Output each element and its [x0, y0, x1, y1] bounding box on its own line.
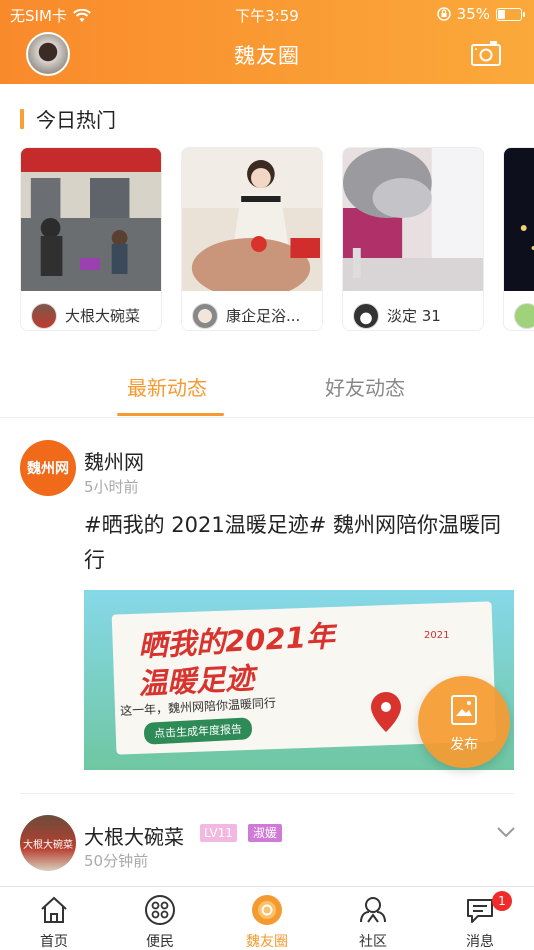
nav-item-services[interactable]: 便民 [120, 887, 200, 950]
card-meta: 大根大碗菜 [21, 295, 161, 330]
level-badge: LV11 [200, 824, 237, 842]
card-author-name: 康企足浴... [226, 307, 301, 325]
circle-icon [252, 895, 282, 925]
hot-card[interactable]: 大根大碗菜 [20, 147, 162, 331]
nav-label-circle: 魏友圈 [246, 934, 288, 950]
hot-card[interactable]: 康企足浴... [181, 147, 323, 331]
card-meta: 淡定 31 [343, 295, 483, 330]
publish-icon [451, 695, 477, 725]
status-right: 35% [436, 5, 525, 23]
hot-card[interactable]: 淡定 31 [342, 147, 484, 331]
location-pin-icon [371, 692, 401, 732]
nav-item-circle[interactable]: 魏友圈 [227, 887, 307, 950]
feed-tabs: 最新动态 好友动态 [0, 360, 534, 418]
status-bar: 无SIM卡 下午3:59 35% [0, 0, 534, 28]
battery-percent: 35% [456, 5, 490, 23]
nav-item-home[interactable]: 首页 [14, 887, 94, 950]
nav-label-community: 社区 [359, 934, 387, 950]
card-thumbnail [504, 148, 534, 291]
hot-cards-list: 大根大碗菜 康企足浴... 淡定 31 [20, 147, 534, 333]
post-content[interactable]: #晒我的 2021温暖足迹# 魏州网陪你温暖同行 [84, 508, 514, 578]
card-author-avatar [192, 302, 218, 329]
avatar-logo-text: 魏州网 [27, 461, 69, 477]
card-author-avatar [514, 302, 534, 329]
card-author-name: 大根大碗菜 [65, 307, 141, 325]
card-author-avatar [31, 302, 57, 329]
title-accent-bar [20, 108, 24, 129]
card-author-name: 淡定 31 [387, 307, 441, 325]
chevron-down-icon[interactable] [496, 826, 516, 838]
camera-icon[interactable] [471, 40, 501, 66]
post-author-name[interactable]: 大根大碗菜 [84, 821, 184, 850]
nav-item-community[interactable]: 社区 [333, 887, 413, 950]
card-meta [504, 295, 534, 330]
banner-year-tag: 2021 [424, 630, 450, 641]
hot-section-title: 今日热门 [20, 104, 116, 133]
home-icon [41, 896, 67, 923]
post-timestamp: 5小时前 [84, 478, 139, 496]
card-thumbnail [343, 148, 483, 291]
card-thumbnail [21, 148, 161, 291]
hot-title-text: 今日热门 [36, 108, 116, 132]
post-author-name[interactable]: 魏州网 [84, 446, 144, 475]
battery-icon [496, 7, 525, 21]
post-divider [20, 793, 514, 794]
nav-label-services: 便民 [146, 934, 174, 950]
bottom-nav: 首页 便民 魏友圈 社区 1 消息 [0, 886, 534, 950]
avatar-shop-sign: 大根大碗菜 [23, 839, 73, 851]
publish-button[interactable]: 发布 [418, 676, 510, 768]
post-author-avatar[interactable]: 魏州网 [20, 440, 76, 496]
tab-friends[interactable]: 好友动态 [325, 372, 405, 401]
nav-label-home: 首页 [40, 934, 68, 950]
grid-icon [145, 895, 175, 925]
rotation-lock-icon [436, 7, 451, 21]
nav-item-messages[interactable]: 1 消息 [440, 887, 520, 950]
page-title: 魏友圈 [234, 44, 300, 68]
tab-latest[interactable]: 最新动态 [127, 372, 207, 401]
hot-card[interactable] [503, 147, 534, 331]
post-author-avatar[interactable]: 大根大碗菜 [20, 815, 76, 871]
unread-badge: 1 [492, 891, 512, 911]
community-icon [360, 897, 386, 923]
nav-label-messages: 消息 [466, 934, 494, 950]
card-meta: 康企足浴... [182, 295, 322, 330]
app-header: 无SIM卡 下午3:59 35% 魏友圈 [0, 0, 534, 84]
tab-active-indicator [117, 413, 224, 416]
card-thumbnail [182, 148, 322, 298]
card-author-avatar [353, 302, 379, 329]
user-tag-badge: 淑媛 [248, 824, 283, 842]
post-timestamp: 50分钟前 [84, 852, 149, 870]
publish-label: 发布 [450, 737, 478, 753]
